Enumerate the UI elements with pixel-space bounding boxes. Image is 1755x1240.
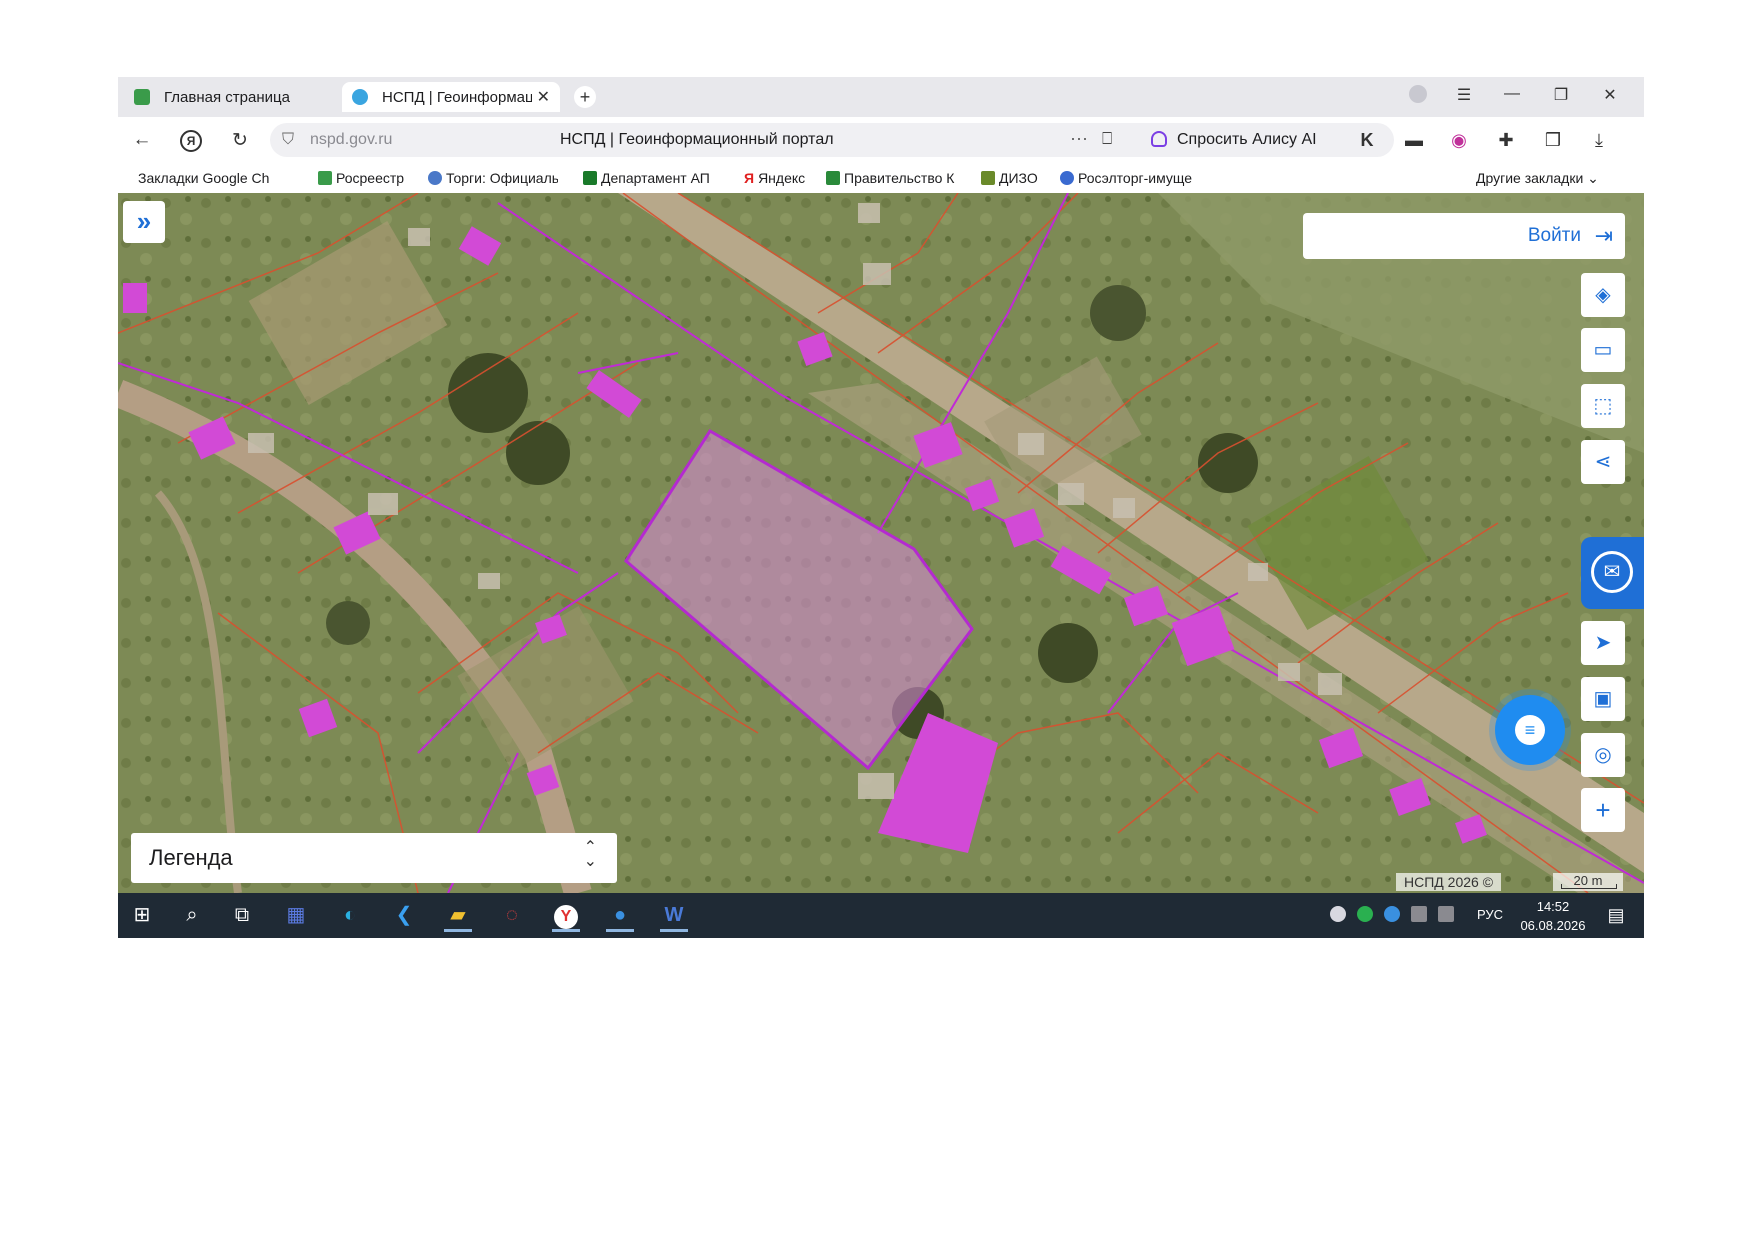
screenshot-window: Главная страница НСПД | Геоинформаци ✕ +… [118,77,1644,938]
shield-icon: ⛉ [282,131,295,148]
login-label: Войти [1527,225,1581,246]
yandex-browser-icon[interactable]: Y [552,901,580,932]
url-text: nspd.gov.ru [310,131,393,148]
edge-icon[interactable]: ◐ [336,901,364,929]
yandex-icon[interactable]: Я [179,129,203,152]
support-chat-button[interactable]: ≡ [1495,695,1565,765]
ask-alice-button[interactable]: Спросить Алису AI [1143,125,1329,155]
other-bookmarks[interactable]: Другие закладки ⌄ [1476,170,1599,187]
back-icon[interactable]: ← [130,129,154,151]
message-icon: ≡ [1515,715,1545,745]
download-icon[interactable]: ⤓ [1588,130,1610,151]
department-icon [583,171,597,185]
save-app-icon[interactable]: ▦ [282,901,310,929]
bookmark-item[interactable]: Департамент АП [583,170,723,186]
menu-icon[interactable]: ☰ [1452,85,1476,105]
alice-icon [1151,131,1167,147]
extension-icon[interactable]: ▬ [1403,130,1425,151]
kaspersky-icon[interactable]: K [1356,130,1378,151]
yandex-letter-icon: Я [744,170,755,186]
windows-start-icon[interactable]: ⊞ [128,901,156,929]
rosreestr-icon [318,171,332,185]
search-icon[interactable]: ⌕ [178,901,206,929]
tab-label: Главная страница [164,88,290,106]
legend-panel[interactable]: Легенда ⌃ ⌄ [131,833,617,883]
input-language[interactable]: РУС [1477,907,1503,922]
expand-legend-icon[interactable]: ⌃ ⌄ [584,840,597,870]
new-tab-button[interactable]: + [574,86,596,108]
scale-bar [1561,884,1617,889]
bookmark-item[interactable]: Я Яндекс [744,170,805,186]
bookmark-item[interactable]: Закладки Google Ch ⌄ [138,170,276,187]
bookmark-item[interactable]: Торги: Официаль [428,170,558,186]
map-attribution: НСПД 2026 © [1396,873,1502,891]
tab-nspd[interactable]: НСПД | Геоинформаци ✕ [342,82,560,112]
shield-tray-icon[interactable] [1384,906,1400,922]
app-blue-icon[interactable]: ● [606,901,634,932]
chat-icon: ✉ [1591,551,1633,593]
more-icon[interactable]: ⋯ [1070,129,1088,150]
task-view-icon[interactable]: ⧉ [228,901,256,929]
minimize-icon[interactable]: — [1500,85,1524,103]
zoom-in-icon[interactable]: + [1581,788,1625,832]
profile-icon[interactable] [1406,85,1430,108]
bookmark-icon[interactable]: ⎕ [1102,129,1112,149]
clock[interactable]: 14:52 06.08.2026 [1518,897,1588,935]
tab-bar: Главная страница НСПД | Геоинформаци ✕ +… [118,77,1644,117]
torgi-icon [428,171,442,185]
close-window-icon[interactable]: ✕ [1598,85,1622,105]
word-icon[interactable]: W [660,901,688,932]
ruler-icon[interactable]: ▭ [1581,328,1625,372]
roseltorg-icon [1060,171,1074,185]
clock-time: 14:52 [1536,899,1570,914]
app-c-icon[interactable]: ◌ [498,901,526,929]
restore-icon[interactable]: ❐ [1549,85,1573,105]
locate-icon[interactable]: ➤ [1581,621,1625,665]
notifications-icon[interactable]: ▤ [1602,901,1630,929]
share-icon[interactable]: ⋖ [1581,440,1625,484]
tab-home[interactable]: Главная страница [124,82,334,112]
login-button[interactable]: Войти ⇥ [1303,213,1625,259]
bookmark-item[interactable]: Росэлторг-имуще [1060,170,1205,186]
nspd-favicon-icon [352,89,368,105]
network-icon[interactable] [1438,906,1454,922]
login-icon: ⇥ [1594,223,1613,248]
kaspersky-tray-icon[interactable] [1357,906,1373,922]
reload-icon[interactable]: ↻ [228,129,252,152]
puzzle-icon[interactable]: ✚ [1495,130,1517,151]
bookmarks-bar: Закладки Google Ch ⌄ Росреестр Торги: Оф… [118,163,1644,193]
rosreestr-favicon-icon [134,89,150,105]
government-icon [826,171,840,185]
dizo-icon [981,171,995,185]
picture-icon[interactable]: ▣ [1581,677,1625,721]
address-bar-row: ← Я ↻ ⛉ nspd.gov.ru НСПД | Геоинформацио… [118,117,1644,163]
expand-panel-button[interactable]: » [123,201,165,243]
layers-icon[interactable]: ◈ [1581,273,1625,317]
satellite-imagery [118,193,1644,893]
file-explorer-icon[interactable]: ▰ [444,901,472,932]
chat-side-button[interactable]: ✉ [1581,537,1644,609]
legend-label: Легенда [149,845,233,870]
windows-taskbar: ⊞ ⌕ ⧉ ▦ ◐ ❮ ▰ ◌ Y ● W РУС 14:52 06.08.20… [118,893,1644,938]
collections-icon[interactable]: ❒ [1542,130,1564,151]
map-view[interactable]: » Войти ⇥ ◈ ▭ ⬚ ⋖ ✉ ➤ ▣ ◎ + ≡ Легенда ⌃ ⌄… [118,193,1644,893]
volume-muted-icon[interactable] [1411,906,1427,922]
bookmark-item[interactable]: Росреестр [318,170,404,186]
bookmark-item[interactable]: Правительство К [826,170,966,186]
tab-label: НСПД | Геоинформаци [382,88,532,106]
close-tab-icon[interactable]: ✕ [537,87,550,107]
clock-date: 06.08.2026 [1520,918,1586,933]
search-location-icon[interactable]: ◎ [1581,733,1625,777]
select-area-icon[interactable]: ⬚ [1581,384,1625,428]
tray-app-icon[interactable] [1330,906,1346,922]
alice-label: Спросить Алису AI [1177,131,1317,148]
bookmark-item[interactable]: ДИЗО [981,170,1038,186]
map-scale: 20 m [1553,873,1623,891]
app-arrow-icon[interactable]: ❮ [390,901,418,929]
record-icon[interactable]: ◉ [1448,130,1470,151]
page-title: НСПД | Геоинформационный портал [560,131,834,148]
